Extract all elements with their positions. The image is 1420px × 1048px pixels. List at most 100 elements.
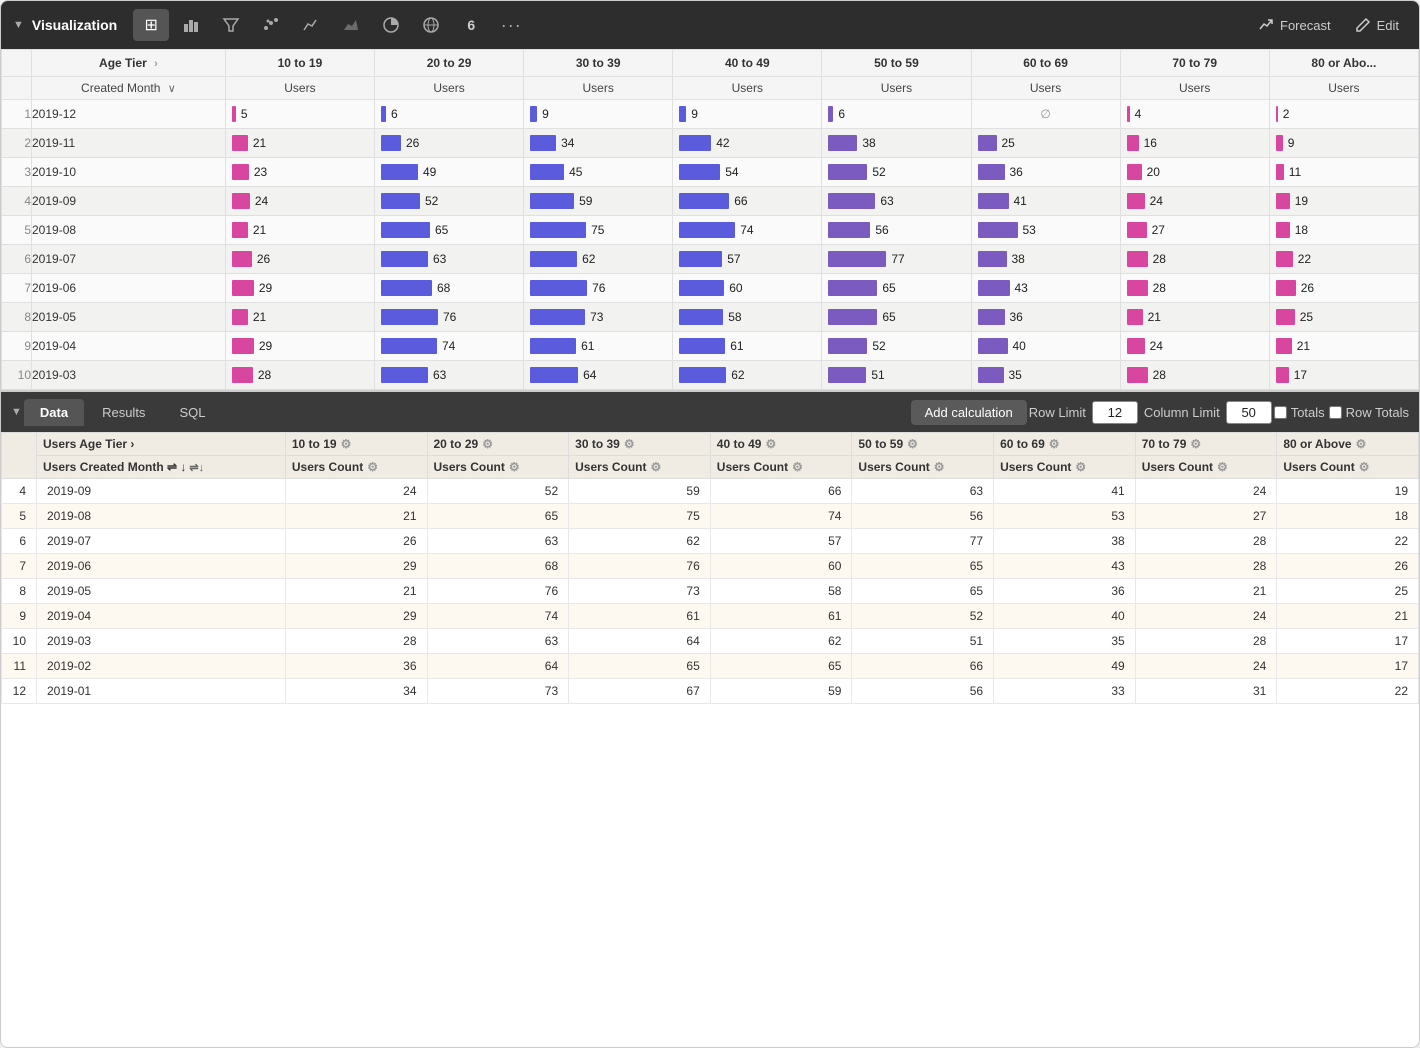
row-totals-checkbox[interactable] bbox=[1329, 406, 1342, 419]
forecast-btn[interactable]: Forecast bbox=[1250, 13, 1339, 37]
col-header-c30[interactable]: 30 to 39⚙Users Count⚙ bbox=[569, 433, 711, 479]
pie-btn[interactable] bbox=[373, 9, 409, 41]
col-header-c20[interactable]: 20 to 29⚙Users Count⚙ bbox=[427, 433, 569, 479]
more-btn[interactable]: ··· bbox=[493, 9, 529, 41]
value-cell-c50: 65 bbox=[852, 554, 994, 579]
gear-icon[interactable]: ⚙ bbox=[509, 460, 520, 474]
col-limit-input[interactable] bbox=[1226, 401, 1272, 424]
gear-icon[interactable]: ⚙ bbox=[1356, 437, 1367, 451]
tab-data[interactable]: Data bbox=[24, 399, 84, 426]
number-btn[interactable]: 6 bbox=[453, 9, 489, 41]
value-cell-c30: 76 bbox=[569, 554, 711, 579]
value-cell: 26 bbox=[225, 245, 374, 274]
col-80-header[interactable]: 80 or Abo... bbox=[1269, 50, 1418, 77]
add-calculation-btn[interactable]: Add calculation bbox=[911, 400, 1027, 425]
age-tier-expand-icon: › bbox=[154, 58, 158, 70]
value-cell: 21 bbox=[225, 129, 374, 158]
month-cell: 2019-06 bbox=[32, 274, 226, 303]
row-limit-input[interactable] bbox=[1092, 401, 1138, 424]
gear-icon[interactable]: ⚙ bbox=[792, 460, 803, 474]
scatter-btn[interactable] bbox=[253, 9, 289, 41]
gear-icon[interactable]: ⚙ bbox=[650, 460, 661, 474]
value-cell-c70: 24 bbox=[1135, 479, 1277, 504]
gear-icon[interactable]: ⚙ bbox=[907, 437, 918, 451]
gear-icon[interactable]: ⚙ bbox=[624, 437, 635, 451]
value-cell-c40: 60 bbox=[710, 554, 852, 579]
col-header-c10[interactable]: 10 to 19⚙Users Count⚙ bbox=[285, 433, 427, 479]
col-10-19-header[interactable]: 10 to 19 bbox=[225, 50, 374, 77]
month-cell: 2019-11 bbox=[32, 129, 226, 158]
value-cell-c50: 66 bbox=[852, 654, 994, 679]
value-cell: 74 bbox=[375, 332, 524, 361]
sort-icon[interactable]: ⇌↓ bbox=[189, 461, 204, 474]
value-cell: 38 bbox=[822, 129, 971, 158]
col-40-49-header[interactable]: 40 to 49 bbox=[673, 50, 822, 77]
value-cell-c80: 21 bbox=[1277, 604, 1419, 629]
users-20-subheader: Users bbox=[375, 77, 524, 100]
col-header-month[interactable]: Users Age Tier ›Users Created Month ⇌ ↓ … bbox=[37, 433, 286, 479]
value-cell: 35 bbox=[971, 361, 1120, 390]
value-cell: 4 bbox=[1120, 100, 1269, 129]
tab-sql[interactable]: SQL bbox=[163, 399, 221, 426]
bar-chart-btn[interactable] bbox=[173, 9, 209, 41]
value-cell: 61 bbox=[524, 332, 673, 361]
col-header-c70[interactable]: 70 to 79⚙Users Count⚙ bbox=[1135, 433, 1277, 479]
gear-icon[interactable]: ⚙ bbox=[765, 437, 776, 451]
gear-icon[interactable]: ⚙ bbox=[1359, 460, 1370, 474]
col-header-c40[interactable]: 40 to 49⚙Users Count⚙ bbox=[710, 433, 852, 479]
data-panel: ▼ Data Results SQL Add calculation Row L… bbox=[1, 390, 1419, 1047]
col-50-59-header[interactable]: 50 to 59 bbox=[822, 50, 971, 77]
table-row: 112019-023664656566492417 bbox=[2, 654, 1419, 679]
gear-icon[interactable]: ⚙ bbox=[367, 460, 378, 474]
value-cell: 18 bbox=[1269, 216, 1418, 245]
data-table: Users Age Tier ›Users Created Month ⇌ ↓ … bbox=[1, 432, 1419, 704]
row-number: 9 bbox=[2, 604, 37, 629]
created-month-header[interactable]: Created Month ∨ bbox=[32, 77, 226, 100]
edit-btn[interactable]: Edit bbox=[1347, 13, 1407, 37]
col-20-29-header[interactable]: 20 to 29 bbox=[375, 50, 524, 77]
value-cell: 9 bbox=[1269, 129, 1418, 158]
row-number: 12 bbox=[2, 679, 37, 704]
line-btn[interactable] bbox=[293, 9, 329, 41]
funnel-btn[interactable] bbox=[213, 9, 249, 41]
gear-icon[interactable]: ⚙ bbox=[1190, 437, 1201, 451]
gear-icon[interactable]: ⚙ bbox=[934, 460, 945, 474]
value-cell: 17 bbox=[1269, 361, 1418, 390]
map-btn[interactable] bbox=[413, 9, 449, 41]
col-30-39-header[interactable]: 30 to 39 bbox=[524, 50, 673, 77]
table-view-btn[interactable]: ⊞ bbox=[133, 9, 169, 41]
value-cell: 62 bbox=[524, 245, 673, 274]
row-number: 7 bbox=[2, 554, 37, 579]
value-cell-c40: 58 bbox=[710, 579, 852, 604]
value-cell: 22 bbox=[1269, 245, 1418, 274]
viz-table: Age Tier › 10 to 19 20 to 29 30 to 39 bbox=[1, 49, 1419, 390]
tab-results[interactable]: Results bbox=[86, 399, 161, 426]
value-cell: 36 bbox=[971, 303, 1120, 332]
value-cell-c60: 40 bbox=[994, 604, 1136, 629]
col-70-79-header[interactable]: 70 to 79 bbox=[1120, 50, 1269, 77]
gear-icon[interactable]: ⚙ bbox=[1049, 437, 1060, 451]
row-limit-label: Row Limit bbox=[1029, 405, 1086, 420]
value-cell-c20: 76 bbox=[427, 579, 569, 604]
table-row: 52019-082165757456532718 bbox=[2, 216, 1419, 245]
gear-icon[interactable]: ⚙ bbox=[482, 437, 493, 451]
col-header-c50[interactable]: 50 to 59⚙Users Count⚙ bbox=[852, 433, 994, 479]
value-cell-c30: 64 bbox=[569, 629, 711, 654]
table-row: 42019-092452596663412419 bbox=[2, 187, 1419, 216]
value-cell: 26 bbox=[375, 129, 524, 158]
area-btn[interactable] bbox=[333, 9, 369, 41]
table-row: 12019-1256996∅42 bbox=[2, 100, 1419, 129]
age-tier-header[interactable]: Age Tier › bbox=[32, 50, 226, 77]
value-cell: 56 bbox=[822, 216, 971, 245]
value-cell: 75 bbox=[524, 216, 673, 245]
gear-icon[interactable]: ⚙ bbox=[1075, 460, 1086, 474]
col-header-c60[interactable]: 60 to 69⚙Users Count⚙ bbox=[994, 433, 1136, 479]
value-cell: 60 bbox=[673, 274, 822, 303]
totals-checkbox[interactable] bbox=[1274, 406, 1287, 419]
row-number: 8 bbox=[2, 579, 37, 604]
gear-icon[interactable]: ⚙ bbox=[341, 437, 352, 451]
value-cell-c80: 26 bbox=[1277, 554, 1419, 579]
gear-icon[interactable]: ⚙ bbox=[1217, 460, 1228, 474]
col-header-c80[interactable]: 80 or Above⚙Users Count⚙ bbox=[1277, 433, 1419, 479]
col-60-69-header[interactable]: 60 to 69 bbox=[971, 50, 1120, 77]
